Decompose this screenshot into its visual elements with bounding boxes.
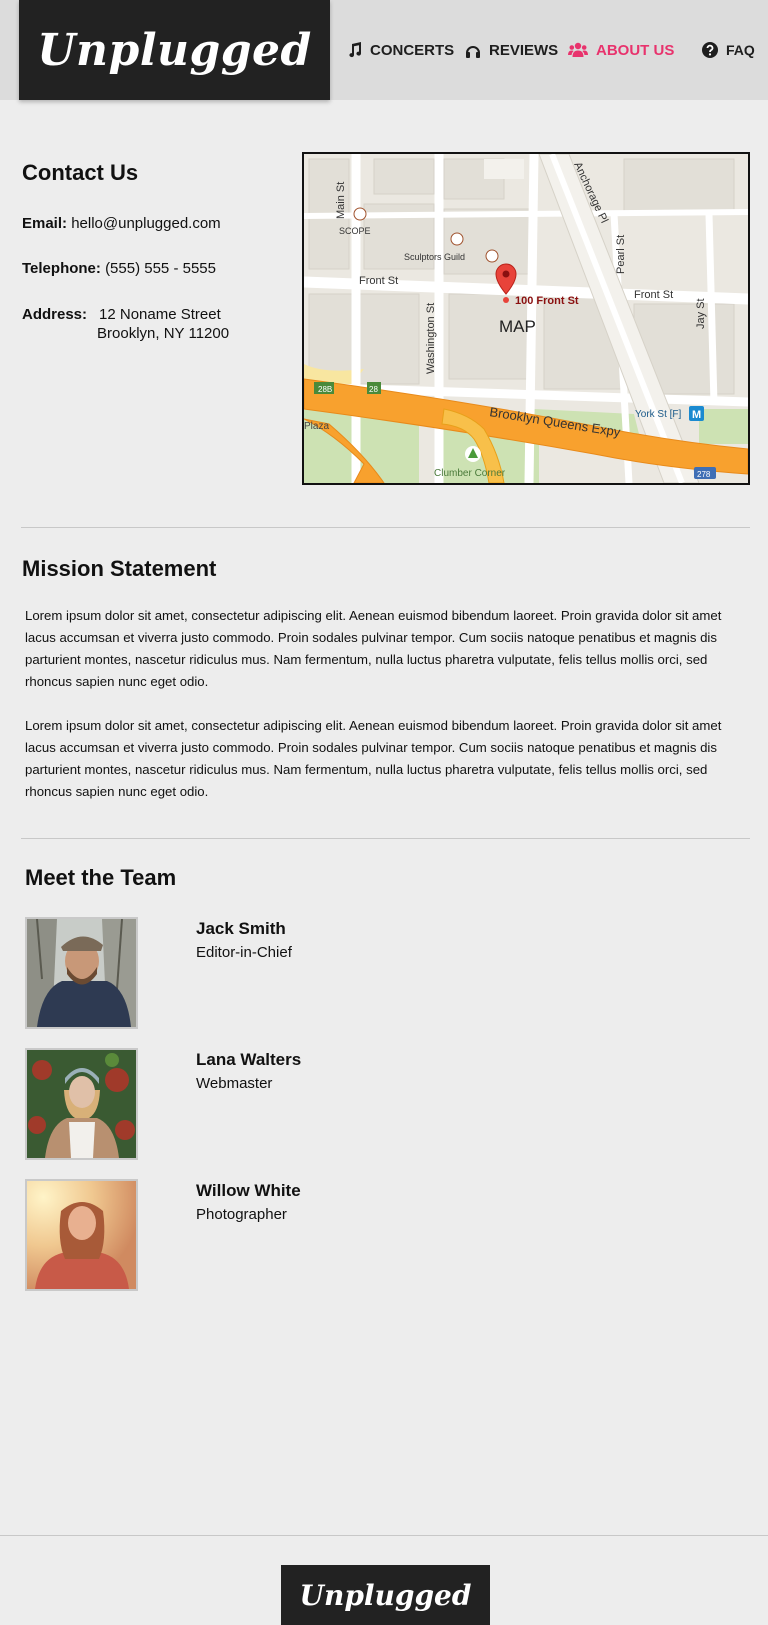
svg-text:M: M (692, 409, 701, 421)
email-value[interactable]: hello@unplugged.com (71, 215, 221, 232)
member-role: Editor-in-Chief (196, 944, 292, 961)
svg-text:28B: 28B (318, 385, 332, 394)
nav-label-concerts: CONCERTS (370, 41, 455, 59)
svg-text:Front St: Front St (634, 289, 673, 301)
site-header: Unplugged CONCERTS REVIEWS ABOUT US FAQ (0, 0, 768, 100)
member-role: Webmaster (196, 1075, 273, 1092)
mission-title: Mission Statement (22, 556, 217, 581)
svg-text:Washington St: Washington St (425, 303, 437, 374)
nav-item-about-us[interactable]: ABOUT US (568, 38, 674, 62)
svg-text:Jay St: Jay St (695, 298, 707, 329)
question-circle-icon (702, 42, 718, 58)
main-nav: CONCERTS REVIEWS ABOUT US FAQ (0, 0, 768, 100)
member-name: Willow White (196, 1181, 301, 1200)
svg-text:Sculptors Guild: Sculptors Guild (404, 252, 465, 262)
email-label: Email: (22, 215, 68, 232)
svg-text:Front St: Front St (359, 275, 398, 287)
music-note-icon (348, 42, 362, 58)
team-title: Meet the Team (25, 865, 177, 890)
phone-value[interactable]: (555) 555 - 5555 (105, 260, 216, 277)
section-divider (21, 527, 750, 528)
map-pin-label: 100 Front St (515, 295, 579, 307)
svg-text:Clumber Corner: Clumber Corner (434, 468, 506, 479)
mission-paragraph-1: Lorem ipsum dolor sit amet, consectetur … (25, 608, 722, 689)
svg-text:Pearl St: Pearl St (615, 235, 627, 274)
svg-text:Main St: Main St (335, 182, 347, 219)
users-icon (568, 42, 588, 58)
contact-email: Email: hello@unplugged.com (22, 215, 221, 232)
team-member: Jack Smith Editor-in-Chief (25, 917, 525, 1029)
svg-text:York St [F]: York St [F] (635, 409, 682, 420)
contact-title: Contact Us (22, 160, 139, 185)
contact-address: Address: 12 Noname Street Brooklyn, NY 1… (22, 305, 229, 343)
headphones-icon (465, 43, 481, 58)
svg-text:28: 28 (369, 385, 378, 394)
address-line-2: Brooklyn, NY 11200 (97, 325, 230, 342)
footer-logo[interactable]: Unplugged (281, 1565, 490, 1625)
svg-text:SCOPE: SCOPE (339, 226, 371, 236)
address-label: Address: (22, 306, 88, 323)
nav-item-reviews[interactable]: REVIEWS (465, 38, 558, 62)
footer-logo-text: Unplugged (299, 1578, 472, 1612)
member-photo-lana-walters[interactable] (25, 1048, 138, 1160)
member-name: Lana Walters (196, 1050, 302, 1069)
nav-item-concerts[interactable]: CONCERTS (348, 38, 454, 62)
member-photo-willow-white[interactable] (25, 1179, 138, 1291)
nav-label-about-us: ABOUT US (596, 41, 675, 59)
nav-item-faq[interactable]: FAQ (702, 38, 755, 62)
footer-divider (0, 1535, 768, 1536)
member-photo-jack-smith[interactable] (25, 917, 138, 1029)
section-divider (21, 838, 750, 839)
team-member: Lana Walters Webmaster (25, 1048, 525, 1160)
member-name: Jack Smith (196, 919, 286, 938)
phone-label: Telephone: (22, 260, 101, 277)
nav-label-reviews: REVIEWS (489, 41, 559, 59)
location-map[interactable]: 28B 28 278 Front St Front St Main St Was… (302, 152, 750, 485)
svg-text:278: 278 (697, 470, 711, 479)
svg-text:Plaza: Plaza (304, 421, 329, 432)
contact-phone: Telephone: (555) 555 - 5555 (22, 260, 216, 277)
nav-label-faq: FAQ (726, 42, 755, 58)
team-member: Willow White Photographer (25, 1179, 525, 1291)
address-line-1: 12 Noname Street (99, 306, 221, 323)
map-label: MAP (499, 317, 536, 336)
member-role: Photographer (196, 1206, 287, 1223)
mission-paragraph-2: Lorem ipsum dolor sit amet, consectetur … (25, 718, 722, 799)
